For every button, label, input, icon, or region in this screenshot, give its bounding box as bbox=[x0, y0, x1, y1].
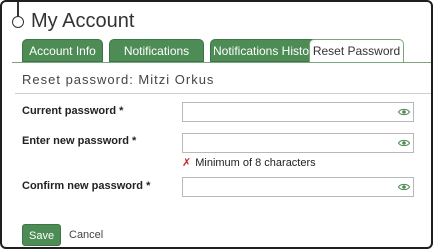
save-button[interactable]: Save bbox=[22, 224, 61, 246]
new-password-label: Enter new password * bbox=[22, 135, 137, 147]
account-panel: My Account Account Info Notifications No… bbox=[0, 0, 433, 249]
tab-account-info[interactable]: Account Info bbox=[22, 39, 103, 62]
eye-icon[interactable] bbox=[398, 107, 410, 117]
current-password-label: Current password * bbox=[22, 105, 124, 117]
tab-notifications[interactable]: Notifications bbox=[109, 39, 204, 62]
confirm-password-label: Confirm new password * bbox=[22, 180, 151, 192]
tab-divider bbox=[12, 62, 431, 63]
form-heading: Reset password: Mitzi Orkus bbox=[22, 72, 215, 87]
error-x-icon: ✗ bbox=[182, 157, 192, 169]
confirm-password-field[interactable] bbox=[182, 177, 414, 197]
eye-icon[interactable] bbox=[398, 138, 410, 148]
new-password-field[interactable] bbox=[182, 133, 414, 153]
page-title: My Account bbox=[31, 10, 135, 32]
eye-icon[interactable] bbox=[398, 182, 410, 192]
current-password-field[interactable] bbox=[182, 102, 414, 122]
circle-icon bbox=[12, 16, 24, 28]
tab-notifications-history[interactable]: Notifications History bbox=[210, 39, 322, 62]
cancel-link[interactable]: Cancel bbox=[69, 229, 103, 241]
validation-message: Minimum of 8 characters bbox=[195, 157, 316, 169]
tab-reset-password[interactable]: Reset Password bbox=[309, 39, 404, 62]
heading-divider bbox=[15, 93, 431, 94]
password-validation-hint: ✗ Minimum of 8 characters bbox=[182, 156, 316, 169]
